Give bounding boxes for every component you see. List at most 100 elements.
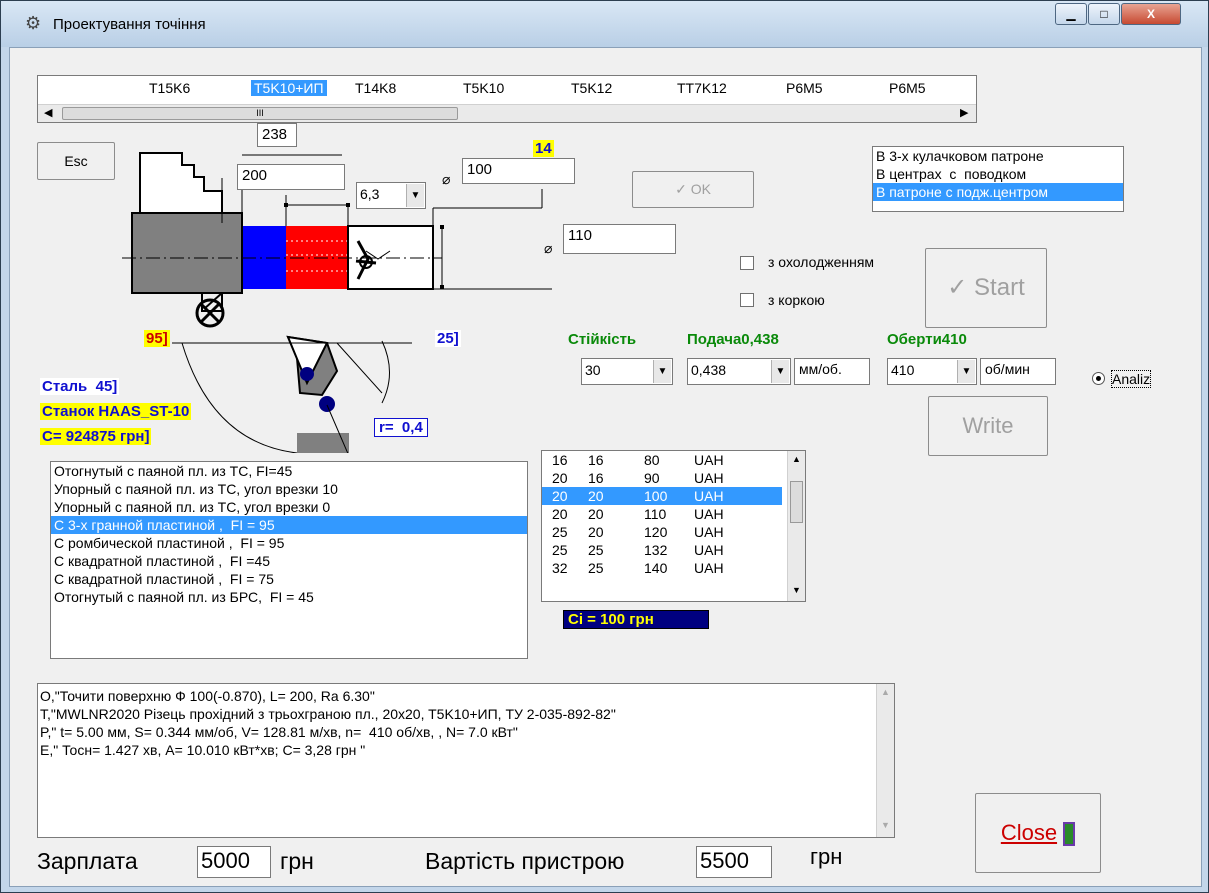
- holder-size-list[interactable]: 16 16 80 UAH 20 16 90 UAH 20 20 100 UAH 20 20 110 UAH 25…: [541, 450, 806, 602]
- write-button[interactable]: Write: [928, 396, 1048, 456]
- tool-item[interactable]: Упорный с паяной пл. из ТС, угол врезки …: [51, 480, 527, 498]
- chevron-down-icon[interactable]: ▼: [771, 360, 789, 383]
- holder-cell: 25: [588, 560, 604, 576]
- holder-row[interactable]: 16 16 80 UAH: [542, 451, 782, 469]
- holder-cell: 132: [644, 542, 668, 558]
- ok-label: OK: [690, 181, 711, 197]
- scroll-thumb[interactable]: III: [62, 107, 458, 120]
- minimize-button[interactable]: ▁: [1055, 3, 1087, 25]
- material-item[interactable]: TT7K12: [674, 80, 730, 96]
- ok-button[interactable]: ✓ OK: [632, 171, 754, 208]
- stiffness-label: Стійкість: [568, 331, 637, 348]
- app-gear-icon: ⚙: [25, 13, 42, 33]
- material-item[interactable]: T15K6: [146, 80, 193, 96]
- rotation-select[interactable]: 410 ▼: [887, 358, 977, 385]
- holder-cell: UAH: [694, 470, 724, 486]
- scroll-right-icon[interactable]: ▶: [960, 106, 968, 119]
- holder-scroll-thumb[interactable]: [790, 481, 803, 523]
- materials-list[interactable]: T15K6 T5K10+ИП T14K8 T5K10 T5K12 TT7K12 P6M5 P6…: [37, 75, 977, 123]
- holder-cell: 20: [552, 470, 568, 486]
- tool-item[interactable]: С квадратной пластиной , FI =45: [51, 552, 527, 570]
- roughness-select[interactable]: 6,3 ▼: [356, 182, 426, 209]
- close-label: Close: [1000, 820, 1058, 845]
- material-item[interactable]: T5K10: [460, 80, 507, 96]
- holder-cell: UAH: [694, 542, 724, 558]
- close-window-button[interactable]: X: [1121, 3, 1181, 25]
- diameter-100-field[interactable]: 100: [462, 158, 575, 184]
- cooling-label: з охолодженням: [768, 254, 875, 270]
- holder-row[interactable]: 32 25 140 UAH: [542, 559, 782, 577]
- output-line: E," Тосн= 1.427 хв, A= 10.010 кВт*хв; С=…: [40, 742, 366, 758]
- holder-cell: 25: [588, 542, 604, 558]
- material-item[interactable]: T5K10+ИП: [251, 80, 327, 96]
- output-scrollbar[interactable]: ▲ ▼: [876, 684, 894, 837]
- scroll-down-icon[interactable]: ▼: [792, 585, 801, 595]
- rotation-unit-field[interactable]: об/мин: [980, 358, 1056, 385]
- rotation-label: Оберти410: [887, 331, 967, 348]
- roughness-value: 6,3: [360, 186, 380, 202]
- salary-unit: грн: [280, 848, 314, 874]
- fixture-item[interactable]: В центрах с поводком: [873, 165, 1123, 183]
- machine-label: Станок HAAS_ST-10: [40, 403, 192, 420]
- holder-row[interactable]: 20 20 100 UAH: [542, 487, 782, 505]
- material-item[interactable]: P6M5: [886, 80, 929, 96]
- machine-cost-label: С= 924875 грн]: [40, 428, 152, 445]
- materials-scrollbar[interactable]: ◀ III ▶: [38, 104, 976, 122]
- scroll-left-icon[interactable]: ◀: [44, 106, 52, 119]
- holder-cell: UAH: [694, 524, 724, 540]
- scroll-up-icon[interactable]: ▲: [792, 454, 801, 464]
- steel-label: Сталь 45]: [40, 378, 120, 395]
- tool-item[interactable]: Упорный с паяной пл. из ТС, угол врезки …: [51, 498, 527, 516]
- holder-row[interactable]: 20 16 90 UAH: [542, 469, 782, 487]
- tool-item[interactable]: Отогнутый с паяной пл. из БРС, FI = 45: [51, 588, 527, 606]
- salary-field[interactable]: 5000: [197, 846, 271, 878]
- feed-value: 0,438: [691, 362, 727, 378]
- holder-row[interactable]: 25 25 132 UAH: [542, 541, 782, 559]
- angle-25-value: 25: [437, 330, 454, 347]
- analiz-radio[interactable]: [1092, 372, 1105, 385]
- material-item[interactable]: T5K12: [568, 80, 615, 96]
- material-item[interactable]: T14K8: [352, 80, 399, 96]
- holder-cell: 32: [552, 560, 568, 576]
- start-button[interactable]: ✓ Start: [925, 248, 1047, 328]
- output-text-area[interactable]: O,"Точити поверхню Ф 100(-0.870), L= 200…: [37, 683, 895, 838]
- holder-scrollbar[interactable]: ▲ ▼: [787, 451, 805, 601]
- feed-select[interactable]: 0,438 ▼: [687, 358, 791, 385]
- stiffness-select[interactable]: 30 ▼: [581, 358, 673, 385]
- esc-button[interactable]: Esc: [37, 142, 115, 180]
- chevron-down-icon[interactable]: ▼: [957, 360, 975, 383]
- fixture-list[interactable]: В 3-х кулачковом патроне В центрах с пово…: [872, 146, 1124, 212]
- fixture-item[interactable]: В патроне с подж.центром: [873, 183, 1123, 201]
- angle-25-label: 25]: [435, 330, 461, 347]
- chevron-down-icon[interactable]: ▼: [406, 184, 424, 207]
- maximize-button[interactable]: □: [1088, 3, 1120, 25]
- tool-item[interactable]: С квадратной пластиной , FI = 75: [51, 570, 527, 588]
- close-button[interactable]: Close: [975, 793, 1101, 873]
- tool-item[interactable]: С 3-х гранной пластиной , FI = 95: [51, 516, 527, 534]
- length-238-field[interactable]: 238: [257, 123, 297, 147]
- holder-cell: 16: [588, 452, 604, 468]
- fixture-item[interactable]: В 3-х кулачковом патроне: [873, 147, 1123, 165]
- machine-cost-value: С= 924875 грн: [42, 428, 145, 445]
- holder-row[interactable]: 25 20 120 UAH: [542, 523, 782, 541]
- holder-cell: 16: [588, 470, 604, 486]
- holder-row[interactable]: 20 20 110 UAH: [542, 505, 782, 523]
- fixture-cost-field[interactable]: 5500: [696, 846, 772, 878]
- chevron-down-icon[interactable]: ▼: [653, 360, 671, 383]
- cooling-checkbox[interactable]: [740, 256, 754, 270]
- holder-cell: 25: [552, 524, 568, 540]
- main-window: ⚙ Проектування точіння ▁ □ X T15K6 T5K10+…: [0, 0, 1209, 893]
- tool-item[interactable]: С ромбической пластиной , FI = 95: [51, 534, 527, 552]
- holder-cell: UAH: [694, 560, 724, 576]
- holder-cell: 16: [552, 452, 568, 468]
- holder-cell: 20: [552, 506, 568, 522]
- material-item[interactable]: P6M5: [783, 80, 826, 96]
- scroll-up-icon[interactable]: ▲: [881, 687, 890, 697]
- tool-type-list[interactable]: Отогнутый с паяной пл. из ТС, FI=45 Упорн…: [50, 461, 528, 659]
- length-200-field[interactable]: 200: [237, 164, 345, 190]
- tool-item[interactable]: Отогнутый с паяной пл. из ТС, FI=45: [51, 462, 527, 480]
- scroll-down-icon[interactable]: ▼: [881, 820, 890, 830]
- feed-unit-field[interactable]: мм/об.: [794, 358, 870, 385]
- crust-checkbox[interactable]: [740, 293, 754, 307]
- diameter-110-field[interactable]: 110: [563, 224, 676, 254]
